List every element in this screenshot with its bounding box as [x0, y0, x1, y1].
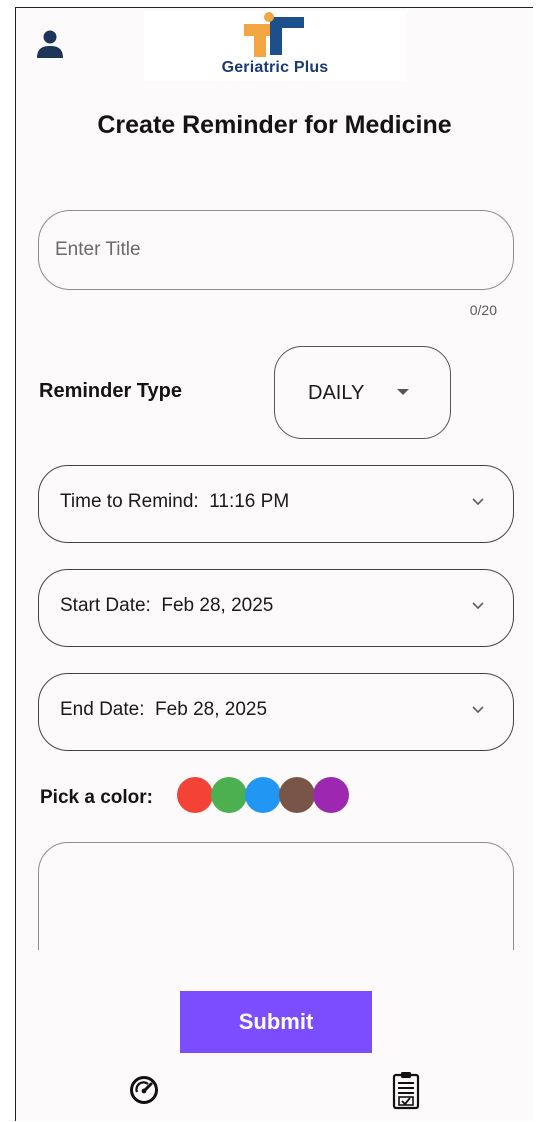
page-title: Create Reminder for Medicine — [97, 111, 452, 139]
app-screen: Geriatric Plus Create Reminder for Medic… — [15, 7, 533, 1121]
medical-cross-logo-icon — [244, 12, 304, 57]
color-swatch-red[interactable] — [177, 777, 213, 813]
pick-color-label: Pick a color: — [40, 787, 153, 808]
start-date-label: Start Date: Feb 28, 2025 — [60, 595, 274, 616]
caret-down-icon — [397, 389, 409, 395]
color-swatch-purple[interactable] — [313, 777, 349, 813]
clipboard-check-icon[interactable] — [392, 1070, 420, 1115]
time-picker[interactable]: Time to Remind: 11:16 PM — [38, 465, 514, 543]
reminder-type-label: Reminder Type — [39, 380, 182, 402]
dashboard-gauge-icon[interactable] — [128, 1074, 160, 1111]
end-date-picker[interactable]: End Date: Feb 28, 2025 — [38, 673, 514, 751]
chevron-down-icon — [472, 706, 484, 714]
end-date-label: End Date: Feb 28, 2025 — [60, 699, 268, 720]
color-swatch-brown[interactable] — [279, 777, 315, 813]
brand-logo: Geriatric Plus — [144, 11, 406, 81]
reminder-type-value: DAILY — [308, 382, 365, 404]
submit-button[interactable]: Submit — [180, 991, 372, 1053]
color-swatch-green[interactable] — [211, 777, 247, 813]
char-counter: 0/20 — [469, 302, 497, 318]
title-input[interactable] — [38, 210, 514, 290]
time-label: Time to Remind: 11:16 PM — [60, 491, 290, 512]
reminder-type-dropdown[interactable]: DAILY — [274, 346, 451, 439]
chevron-down-icon — [472, 602, 484, 610]
chevron-down-icon — [472, 498, 484, 506]
person-icon[interactable] — [35, 28, 65, 60]
color-swatch-blue[interactable] — [245, 777, 281, 813]
brand-name: Geriatric Plus — [221, 59, 329, 76]
start-date-picker[interactable]: Start Date: Feb 28, 2025 — [38, 569, 514, 647]
